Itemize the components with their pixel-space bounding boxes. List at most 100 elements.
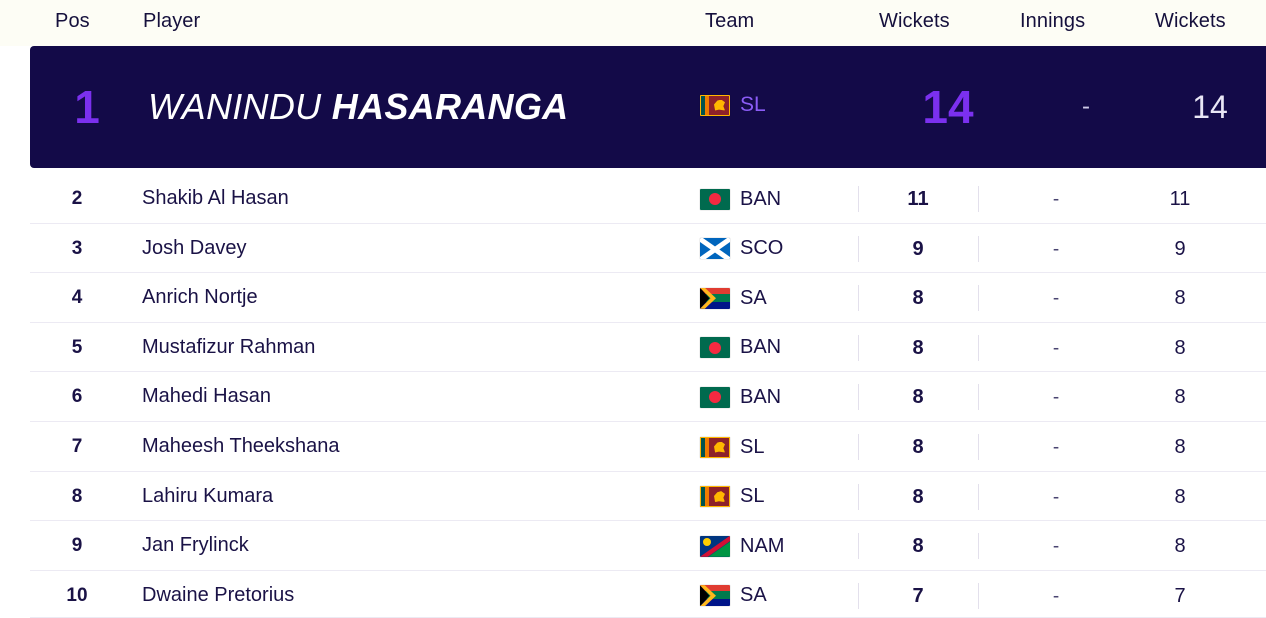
namibia-flag-icon	[700, 535, 730, 557]
table-row[interactable]: 5 Mustafizur Rahman BAN 8 - 8	[30, 323, 1266, 373]
column-divider	[978, 186, 979, 212]
table-row[interactable]: 2 Shakib Al Hasan BAN 11 - 11	[30, 174, 1266, 224]
leader-wickets: 14	[922, 81, 974, 133]
table-row[interactable]: 8 Lahiru Kumara SL 8 - 8	[30, 472, 1266, 522]
row-wickets: 8	[912, 287, 924, 310]
header-wickets-2[interactable]: Wickets	[1155, 10, 1226, 33]
row-innings: -	[1052, 437, 1060, 458]
row-team-cell: SA	[700, 287, 767, 309]
row-player-name: Mahedi Hasan	[142, 385, 271, 408]
row-team-cell: BAN	[700, 336, 782, 359]
column-divider	[978, 285, 979, 312]
row-team-code: SA	[740, 584, 767, 607]
row-team-code: SL	[740, 485, 765, 508]
row-player-name: Lahiru Kumara	[142, 484, 274, 507]
row-wickets-2: 9	[1174, 237, 1186, 260]
table-row[interactable]: 9 Jan Frylinck NAM 8 - 8	[30, 521, 1266, 571]
row-team-cell: SA	[700, 584, 767, 607]
column-divider	[978, 582, 979, 609]
bangladesh-flag-icon	[700, 386, 730, 408]
bowling-leaderboard: Pos Player Team Wickets Innings Wickets …	[0, 0, 1266, 618]
table-header-row: Pos Player Team Wickets Innings Wickets	[0, 0, 1266, 46]
row-wickets-2: 8	[1174, 485, 1186, 508]
row-player-name: Jan Frylinck	[142, 534, 249, 557]
leader-row[interactable]: 1 WANINDU HASARANGA SL 14 - 14	[30, 46, 1266, 168]
south-africa-flag-icon	[700, 585, 730, 607]
row-team-code: BAN	[740, 385, 782, 408]
row-wickets-2: 8	[1174, 336, 1186, 359]
row-player-name: Anrich Nortje	[142, 286, 258, 309]
table-row[interactable]: 7 Maheesh Theekshana SL 8 - 8	[30, 422, 1266, 472]
row-wickets-2: 8	[1174, 287, 1186, 310]
row-team-cell: BAN	[700, 188, 781, 210]
row-player-name: Shakib Al Hasan	[142, 187, 289, 209]
leader-team-code: SL	[740, 93, 766, 116]
row-team-code: NAM	[740, 534, 785, 557]
row-team-code: SA	[740, 286, 767, 309]
column-divider	[978, 483, 979, 510]
column-divider	[978, 533, 979, 560]
leader-first-name: WANINDU	[148, 86, 322, 127]
row-position: 3	[71, 237, 83, 259]
row-wickets-2: 8	[1174, 436, 1186, 458]
table-body: 1 WANINDU HASARANGA SL 14 - 14 2 Shakib A…	[0, 46, 1266, 618]
row-wickets: 11	[907, 188, 929, 210]
table-row[interactable]: 3 Josh Davey SCO 9 - 9	[30, 224, 1266, 274]
leader-innings: -	[1082, 93, 1090, 120]
row-innings: -	[1052, 238, 1060, 260]
row-wickets-2: 8	[1174, 386, 1186, 409]
row-position: 9	[71, 535, 83, 557]
row-wickets: 9	[912, 237, 924, 260]
header-team[interactable]: Team	[705, 10, 754, 33]
table-row[interactable]: 6 Mahedi Hasan BAN 8 - 8	[30, 372, 1266, 422]
row-innings: -	[1052, 486, 1060, 508]
row-innings: -	[1052, 189, 1060, 210]
bangladesh-flag-icon	[700, 337, 730, 359]
row-innings: -	[1052, 536, 1060, 558]
row-team-code: BAN	[740, 187, 782, 210]
sri-lanka-flag-icon	[700, 436, 730, 458]
row-team-cell: SL	[700, 485, 765, 508]
row-position: 2	[71, 188, 83, 209]
row-team-cell: BAN	[700, 386, 781, 408]
leader-player-name: WANINDU HASARANGA	[148, 84, 568, 130]
table-row[interactable]: 4 Anrich Nortje SA 8 - 8	[30, 273, 1266, 323]
bangladesh-flag-icon	[700, 188, 730, 210]
row-team-code: SL	[740, 435, 765, 458]
row-team-cell: NAM	[700, 535, 784, 557]
row-position: 7	[71, 436, 83, 457]
header-player[interactable]: Player	[143, 10, 200, 33]
header-wickets[interactable]: Wickets	[879, 10, 950, 33]
south-africa-flag-icon	[700, 287, 730, 309]
sri-lanka-flag-icon	[700, 486, 730, 508]
leader-team-cell: SL	[700, 93, 860, 117]
row-player-name: Dwaine Pretorius	[142, 583, 295, 606]
row-innings: -	[1052, 585, 1060, 607]
scotland-flag-icon	[700, 238, 730, 260]
row-position: 8	[71, 485, 83, 507]
row-wickets: 8	[912, 386, 924, 409]
row-wickets-2: 8	[1174, 535, 1186, 558]
row-team-code: BAN	[740, 336, 782, 359]
row-wickets-2: 7	[1174, 584, 1186, 607]
table-row[interactable]: 10 Dwaine Pretorius SA 7 - 7	[30, 571, 1266, 618]
sri-lanka-flag-icon	[700, 94, 730, 116]
row-wickets-2: 11	[1169, 188, 1191, 210]
row-wickets: 8	[912, 485, 924, 508]
column-divider	[978, 334, 979, 361]
row-wickets: 8	[912, 535, 924, 558]
header-innings[interactable]: Innings	[1020, 10, 1085, 33]
row-team-cell: SL	[700, 436, 764, 458]
row-team-code: SCO	[740, 237, 784, 260]
row-player-name: Maheesh Theekshana	[142, 435, 340, 457]
header-pos[interactable]: Pos	[55, 10, 90, 33]
column-divider	[978, 235, 979, 262]
row-wickets: 7	[912, 584, 924, 607]
column-divider	[978, 384, 979, 411]
column-divider	[978, 434, 979, 460]
row-position: 10	[66, 584, 88, 606]
row-player-name: Mustafizur Rahman	[142, 335, 316, 358]
leader-last-name: HASARANGA	[331, 86, 569, 127]
row-wickets: 8	[912, 436, 924, 458]
leader-position: 1	[74, 81, 100, 133]
